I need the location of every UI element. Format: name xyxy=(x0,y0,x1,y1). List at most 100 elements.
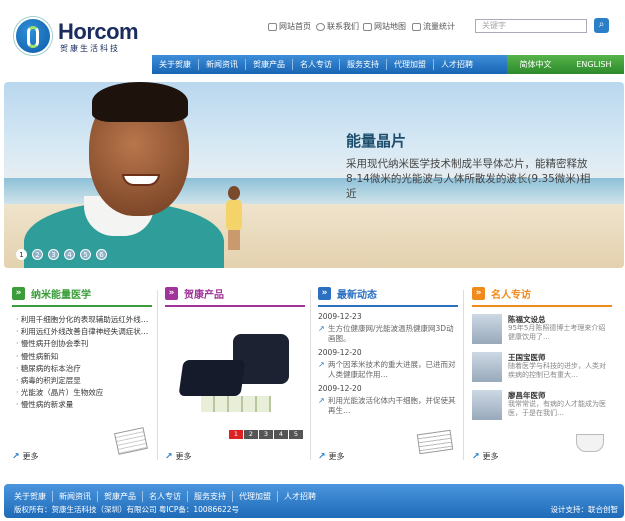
news-text[interactable]: 两个因苯米技术的重大进展，已进而对人类健康起作用… xyxy=(318,360,458,380)
doctor-photo[interactable] xyxy=(472,314,502,344)
arrow-icon: ↗ xyxy=(165,451,173,462)
news-item[interactable]: 2009-12-20 利用光能波活化体内干细胞，并促使其再生… xyxy=(318,384,458,416)
list-item[interactable]: 病毒的积判定层显 xyxy=(16,375,148,387)
section-header: » 贺康产品 xyxy=(165,286,224,301)
design-credit: 设计支持：联合创智 xyxy=(550,505,619,514)
section-title: 最新动态 xyxy=(337,290,377,301)
doctor-photo[interactable] xyxy=(472,352,502,382)
section-divider xyxy=(318,305,458,307)
sitemap-icon xyxy=(363,22,372,31)
pager-num[interactable]: 4 xyxy=(274,430,288,439)
banner-dot[interactable]: 1 xyxy=(16,249,27,260)
search-input[interactable]: 关键字 xyxy=(475,19,587,33)
logo-subtitle: 贺康生活科技 xyxy=(60,44,120,53)
section-header: » 纳米能量医学 xyxy=(12,286,91,301)
copyright-text: 版权所有：贺康生活科技（深圳）有限公司 粤ICP备：10086622号 xyxy=(14,505,240,514)
doctor-photo[interactable] xyxy=(472,390,502,420)
list-item[interactable]: 慢性病新知 xyxy=(16,351,148,363)
footer-link[interactable]: 关于贺康 xyxy=(14,491,53,502)
doctor-desc: 随着医学与科技的进步，人类对疾病的控制已有重大… xyxy=(508,362,606,379)
nav-about[interactable]: 关于贺康 xyxy=(152,59,199,70)
banner-dot[interactable]: 4 xyxy=(64,249,75,260)
banner-dot[interactable]: 5 xyxy=(80,249,91,260)
lang-chinese[interactable]: 简体中文 xyxy=(519,59,551,70)
section-header: » 最新动态 xyxy=(318,286,377,301)
interview-item[interactable]: 廖昌年医师 我常常说，有病的人才能成为医医，于是在我们… xyxy=(472,390,612,422)
footer-link[interactable]: 贺康产品 xyxy=(98,491,143,502)
list-item[interactable]: 光能波（晶片）生物效应 xyxy=(16,387,148,399)
news-text[interactable]: 生方位健康网/光能波温热健康网3D动画图。 xyxy=(318,324,458,344)
banner-woman-body xyxy=(226,200,242,230)
nav-interviews[interactable]: 名人专访 xyxy=(293,59,340,70)
list-item[interactable]: 利用千细胞分化的表现辅助远红外线… xyxy=(16,314,149,326)
arrow-icon: ↗ xyxy=(318,451,326,462)
nav-franchise[interactable]: 代理加盟 xyxy=(387,59,434,70)
pager-num[interactable]: 5 xyxy=(289,430,303,439)
doctor-desc: 我常常说，有病的人才能成为医医，于是在我们… xyxy=(508,400,606,417)
news-item[interactable]: 2009-12-23 生方位健康网/光能波温热健康网3D动画图。 xyxy=(318,312,458,344)
footer-link[interactable]: 名人专访 xyxy=(143,491,188,502)
banner-man-hair xyxy=(92,82,188,122)
list-item[interactable]: 慢性病开创协会季刊 xyxy=(16,338,148,350)
pager-num[interactable]: 1 xyxy=(229,430,243,439)
interview-item[interactable]: 王国宝医师 随着医学与科技的进步，人类对疾病的控制已有重大… xyxy=(472,352,612,384)
banner-man-smile xyxy=(122,174,160,186)
news-date: 2009-12-20 xyxy=(318,348,362,357)
section-latest-news: » 最新动态 2009-12-23 生方位健康网/光能波温热健康网3D动画图。 20… xyxy=(318,286,458,462)
section-interviews: » 名人专访 陈福文设总 95年5月陈照德博士考理来介绍健康饮用了… 王国宝医师 随着… xyxy=(472,286,612,462)
pager-num[interactable]: 2 xyxy=(244,430,258,439)
product-device-image[interactable] xyxy=(178,360,246,396)
more-label: 更多 xyxy=(22,452,39,461)
banner-description: 采用现代纳米医学技术制成半导体芯片，能精密释放8-14微米的光能波与人体所散发的… xyxy=(346,158,591,200)
more-label: 更多 xyxy=(328,452,345,461)
list-item[interactable]: 糖尿病的标本治疗 xyxy=(16,363,148,375)
nav-jobs[interactable]: 人才招聘 xyxy=(434,59,480,70)
search-button[interactable]: ⌕ xyxy=(594,18,609,33)
section-products: » 贺康产品 1 2 3 4 5 ↗ 更多 xyxy=(165,286,305,462)
logo-text[interactable]: Horcom xyxy=(58,19,139,45)
banner-dot[interactable]: 6 xyxy=(96,249,107,260)
section-title: 贺康产品 xyxy=(184,290,224,301)
toplink-contact[interactable]: 联系我们 xyxy=(316,21,359,32)
list-item[interactable]: 慢性病的新求量 xyxy=(16,399,148,411)
lang-english[interactable]: ENGLISH xyxy=(576,60,611,69)
more-link[interactable]: ↗ 更多 xyxy=(165,451,192,462)
logo-mark-icon[interactable] xyxy=(14,17,52,55)
section-divider xyxy=(472,305,612,307)
section-header: » 名人专访 xyxy=(472,286,531,301)
arrow-icon: ↗ xyxy=(12,451,20,462)
toplink-label: 流量统计 xyxy=(423,22,455,31)
double-arrow-icon: » xyxy=(12,287,25,300)
double-arrow-icon: » xyxy=(472,287,485,300)
footer: 关于贺康 新闻资讯 贺康产品 名人专访 服务支持 代理加盟 人才招聘 版权所有：… xyxy=(4,484,624,518)
product-pager: 1 2 3 4 5 xyxy=(223,430,303,440)
toplink-home[interactable]: 网站首页 xyxy=(268,21,311,32)
column-divider xyxy=(463,290,464,460)
more-link[interactable]: ↗ 更多 xyxy=(472,451,499,462)
toplink-label: 网站首页 xyxy=(279,22,311,31)
more-link[interactable]: ↗ 更多 xyxy=(12,451,39,462)
news-text[interactable]: 利用光能波活化体内干细胞，并促使其再生… xyxy=(318,396,458,416)
footer-link[interactable]: 新闻资讯 xyxy=(53,491,98,502)
banner-woman-legs xyxy=(228,230,240,250)
toplink-stats[interactable]: 流量统计 xyxy=(412,21,455,32)
news-item[interactable]: 2009-12-20 两个因苯米技术的重大进展，已进而对人类健康起作用… xyxy=(318,348,458,380)
home-icon xyxy=(268,22,277,31)
nav-news[interactable]: 新闻资讯 xyxy=(199,59,246,70)
nav-support[interactable]: 服务支持 xyxy=(340,59,387,70)
column-divider xyxy=(157,290,158,460)
footer-link[interactable]: 人才招聘 xyxy=(278,491,322,502)
banner-dot[interactable]: 2 xyxy=(32,249,43,260)
doctor-desc: 95年5月陈照德博士考理来介绍健康饮用了… xyxy=(508,324,606,341)
footer-link[interactable]: 代理加盟 xyxy=(233,491,278,502)
toplink-sitemap[interactable]: 网站地图 xyxy=(363,21,406,32)
news-date: 2009-12-20 xyxy=(318,384,362,393)
toplink-label: 联系我们 xyxy=(327,22,359,31)
more-link[interactable]: ↗ 更多 xyxy=(318,451,345,462)
nav-products[interactable]: 贺康产品 xyxy=(246,59,293,70)
banner-dot[interactable]: 3 xyxy=(48,249,59,260)
list-item[interactable]: 利用远红外线改善自律神经失调症状… xyxy=(16,326,149,338)
pager-num[interactable]: 3 xyxy=(259,430,273,439)
interview-item[interactable]: 陈福文设总 95年5月陈照德博士考理来介绍健康饮用了… xyxy=(472,314,612,346)
footer-link[interactable]: 服务支持 xyxy=(188,491,233,502)
